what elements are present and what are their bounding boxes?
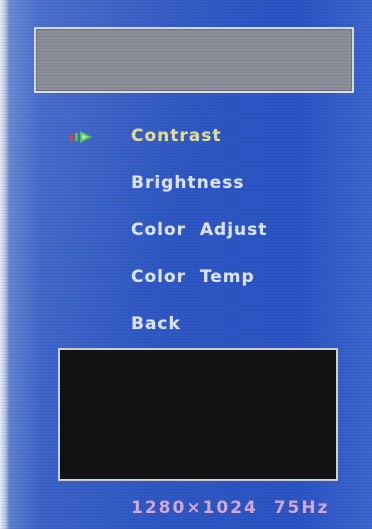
selection-arrow-icon — [70, 131, 92, 143]
menu-item-color-temp[interactable]: Color Temp — [131, 267, 255, 287]
monitor-bezel-edge — [0, 0, 9, 529]
menu-item-color-adjust[interactable]: Color Adjust — [131, 220, 267, 240]
menu-item-contrast[interactable]: Contrast — [131, 126, 222, 146]
menu-item-back[interactable]: Back — [131, 314, 181, 334]
osd-screen: Contrast Brightness Color Adjust Color T… — [0, 0, 372, 529]
osd-title-panel — [34, 27, 354, 93]
osd-preview-panel — [58, 348, 338, 481]
menu-item-brightness[interactable]: Brightness — [131, 173, 244, 193]
resolution-status: 1280×1024 75Hz — [131, 498, 330, 518]
